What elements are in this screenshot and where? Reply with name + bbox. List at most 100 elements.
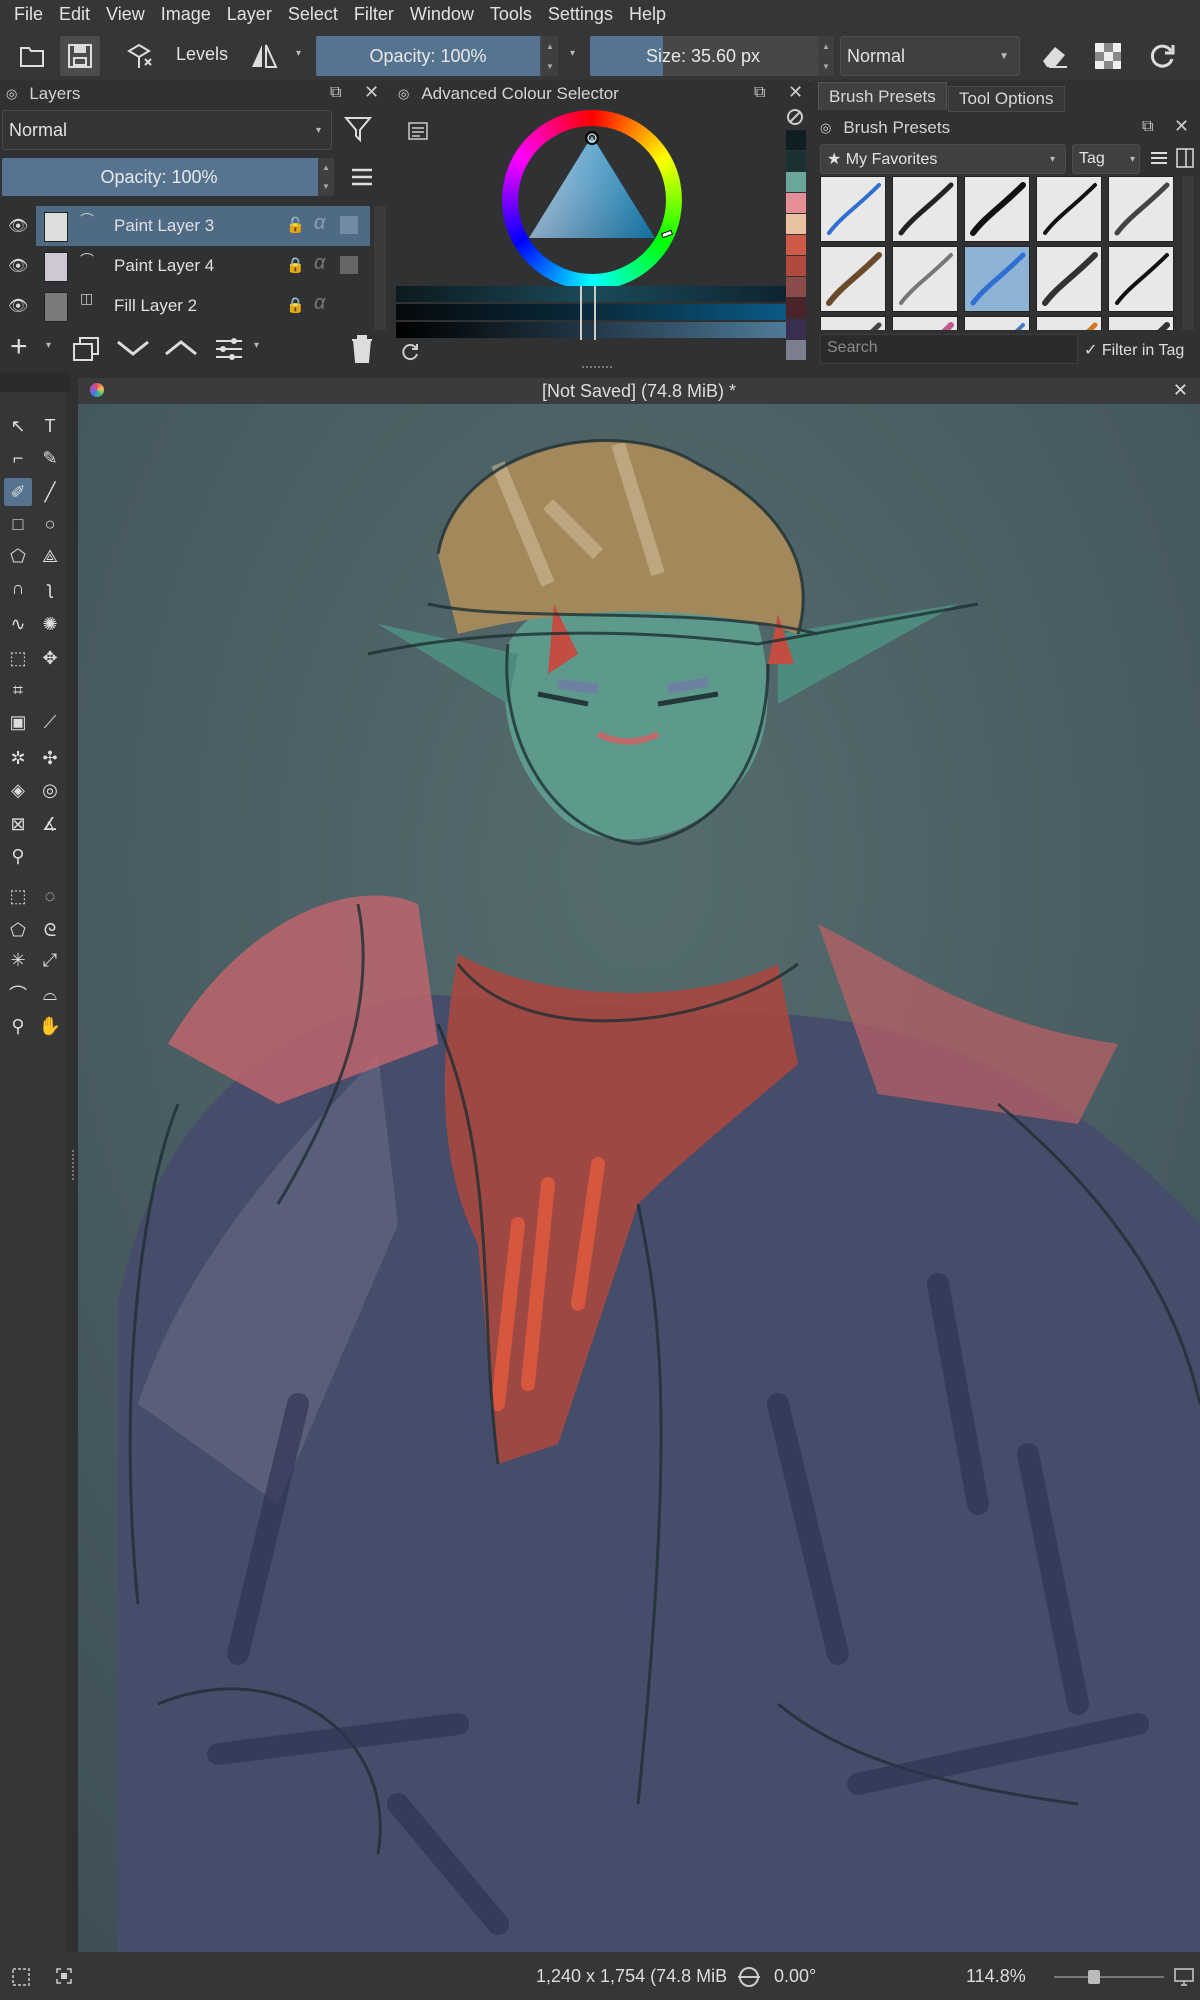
- freehand-selection-tool[interactable]: ᘓ: [36, 916, 64, 944]
- canvas[interactable]: [78, 404, 1200, 1952]
- float-docker-icon[interactable]: ⧉: [1142, 118, 1153, 136]
- add-layer-button[interactable]: +: [10, 332, 28, 362]
- monitor-icon[interactable]: [1174, 1968, 1194, 1986]
- document-tab[interactable]: [Not Saved] (74.8 MiB) * ✕: [78, 378, 1200, 404]
- menu-edit[interactable]: Edit: [51, 0, 98, 28]
- brush-preset-tile[interactable]: [1108, 246, 1174, 312]
- brush-search-input[interactable]: Search: [820, 334, 1078, 364]
- zoom-slider[interactable]: [1054, 1976, 1164, 1978]
- layer-name[interactable]: Paint Layer 4: [114, 256, 214, 276]
- layer-filter-button[interactable]: [344, 114, 374, 144]
- splitter-handle[interactable]: [72, 1150, 76, 1180]
- add-layer-dropdown-icon[interactable]: ▾: [46, 340, 51, 351]
- colour-settings-icon[interactable]: [408, 122, 428, 140]
- magnetic-selection-tool[interactable]: ⌓: [36, 980, 64, 1008]
- brush-preset-tile[interactable]: [892, 246, 958, 312]
- move-tool[interactable]: ✥: [36, 644, 64, 672]
- multibrush-tool[interactable]: ✺: [36, 610, 64, 638]
- layer-row-fill-layer-2[interactable]: 👁 ◫ Fill Layer 2 🔒 α: [0, 286, 370, 326]
- saturation-value-triangle[interactable]: [502, 110, 682, 290]
- colorize-mask-tool[interactable]: ✲: [4, 744, 32, 772]
- refresh-icon[interactable]: [400, 342, 420, 362]
- crop-tool[interactable]: ⌗: [4, 676, 32, 704]
- lock-docker-icon[interactable]: ◎: [6, 86, 17, 102]
- rectangle-tool[interactable]: □: [4, 510, 32, 538]
- eye-icon[interactable]: 👁: [8, 256, 28, 276]
- colour-swatch[interactable]: [786, 319, 806, 339]
- opacity-dropdown-icon[interactable]: ▾: [570, 48, 575, 59]
- move-layer-up-icon[interactable]: [164, 338, 198, 358]
- duplicate-layer-icon[interactable]: [72, 336, 100, 362]
- size-slider[interactable]: Size: 35.60 px ▲ ▼: [590, 36, 834, 76]
- contiguous-selection-tool[interactable]: ✳: [4, 946, 32, 974]
- layer-row-paint-layer-3[interactable]: 👁 ⌒ Paint Layer 3 🔓 α: [0, 206, 370, 246]
- eye-icon[interactable]: 👁: [8, 216, 28, 236]
- colour-swatch[interactable]: [786, 256, 806, 276]
- filter-in-tag-checkbox[interactable]: ✓ Filter in Tag: [1084, 340, 1184, 360]
- text-tool[interactable]: T: [36, 412, 64, 440]
- reload-preset-button[interactable]: [1142, 36, 1182, 76]
- rectangular-selection-tool[interactable]: ⬚: [4, 882, 32, 910]
- last-filter-label[interactable]: Levels: [176, 44, 228, 65]
- ellipse-tool[interactable]: ○: [36, 510, 64, 538]
- open-file-button[interactable]: [12, 36, 52, 76]
- brush-preset-tile[interactable]: [820, 246, 886, 312]
- panel-view-icon[interactable]: [1176, 148, 1194, 168]
- filter-apply-button[interactable]: [120, 36, 160, 76]
- blend-mode-select[interactable]: Normal ▼: [840, 36, 1020, 76]
- tag-button[interactable]: Tag ▾: [1072, 144, 1140, 174]
- layer-list-scrollbar[interactable]: [374, 206, 386, 330]
- close-icon[interactable]: ✕: [1174, 116, 1189, 137]
- similar-color-selection-tool[interactable]: ⤢: [36, 946, 64, 974]
- enclosed-fill-tool[interactable]: ◎: [36, 776, 64, 804]
- close-document-icon[interactable]: ✕: [1173, 380, 1188, 401]
- brush-preset-tile[interactable]: [820, 176, 886, 242]
- measure-tool[interactable]: ∡: [36, 810, 64, 838]
- menu-layer[interactable]: Layer: [219, 0, 280, 28]
- colour-wheel[interactable]: [502, 110, 682, 290]
- polygonal-selection-tool[interactable]: ⬠: [4, 916, 32, 944]
- menu-tools[interactable]: Tools: [482, 0, 540, 28]
- brush-preset-tile[interactable]: [892, 176, 958, 242]
- brush-preset-tile[interactable]: [1108, 176, 1174, 242]
- mirror-dropdown-icon[interactable]: ▾: [296, 48, 301, 59]
- float-docker-icon[interactable]: ⧉: [754, 84, 765, 102]
- freehand-brush-tool[interactable]: ✐: [4, 478, 32, 506]
- layer-opacity-slider[interactable]: Opacity: 100% ▲ ▼: [2, 158, 334, 196]
- opacity-slider[interactable]: Opacity: 100% ▲ ▼: [316, 36, 558, 76]
- eye-icon[interactable]: 👁: [8, 296, 28, 316]
- rotation-value[interactable]: 0.00°: [774, 1966, 816, 1987]
- colour-swatch[interactable]: [786, 151, 806, 171]
- brush-preset-tile[interactable]: [964, 176, 1030, 242]
- zoom-tool[interactable]: ⚲: [4, 1012, 32, 1040]
- layer-properties-dropdown-icon[interactable]: ▾: [254, 340, 259, 351]
- freehand-path-tool[interactable]: ʅ: [36, 574, 64, 602]
- colour-swatch[interactable]: [786, 298, 806, 318]
- colour-swatch[interactable]: [786, 277, 806, 297]
- layer-row-paint-layer-4[interactable]: 👁 ⌒ Paint Layer 4 🔒 α: [0, 246, 370, 286]
- colour-swatch[interactable]: [786, 193, 806, 213]
- preserve-alpha-button[interactable]: [1088, 36, 1128, 76]
- pan-tool[interactable]: ✋: [36, 1012, 64, 1040]
- save-button[interactable]: [60, 36, 100, 76]
- no-colour-icon[interactable]: [786, 108, 804, 126]
- brush-preset-tile[interactable]: [964, 246, 1030, 312]
- transform-tool[interactable]: ⬚: [4, 644, 32, 672]
- opacity-spinner[interactable]: ▲ ▼: [542, 36, 558, 76]
- colour-swatch[interactable]: [786, 172, 806, 192]
- size-spinner[interactable]: ▲ ▼: [818, 36, 834, 76]
- menu-image[interactable]: Image: [153, 0, 219, 28]
- layer-blend-mode-select[interactable]: Normal ▾: [2, 110, 332, 150]
- menu-filter[interactable]: Filter: [346, 0, 402, 28]
- brush-preset-tile[interactable]: [820, 316, 886, 330]
- lock-icon[interactable]: 🔒: [286, 296, 305, 314]
- layer-name[interactable]: Fill Layer 2: [114, 296, 197, 316]
- layer-name[interactable]: Paint Layer 3: [114, 216, 214, 236]
- alpha-lock-icon[interactable]: α: [314, 292, 325, 315]
- splitter-handle-top[interactable]: [582, 366, 612, 372]
- alpha-lock-icon[interactable]: α: [314, 252, 325, 275]
- lock-icon[interactable]: 🔓: [286, 216, 305, 234]
- polygon-tool[interactable]: ⬠: [4, 542, 32, 570]
- edit-shapes-tool[interactable]: ⌐: [4, 444, 32, 472]
- assistant-tool[interactable]: ⊠: [4, 810, 32, 838]
